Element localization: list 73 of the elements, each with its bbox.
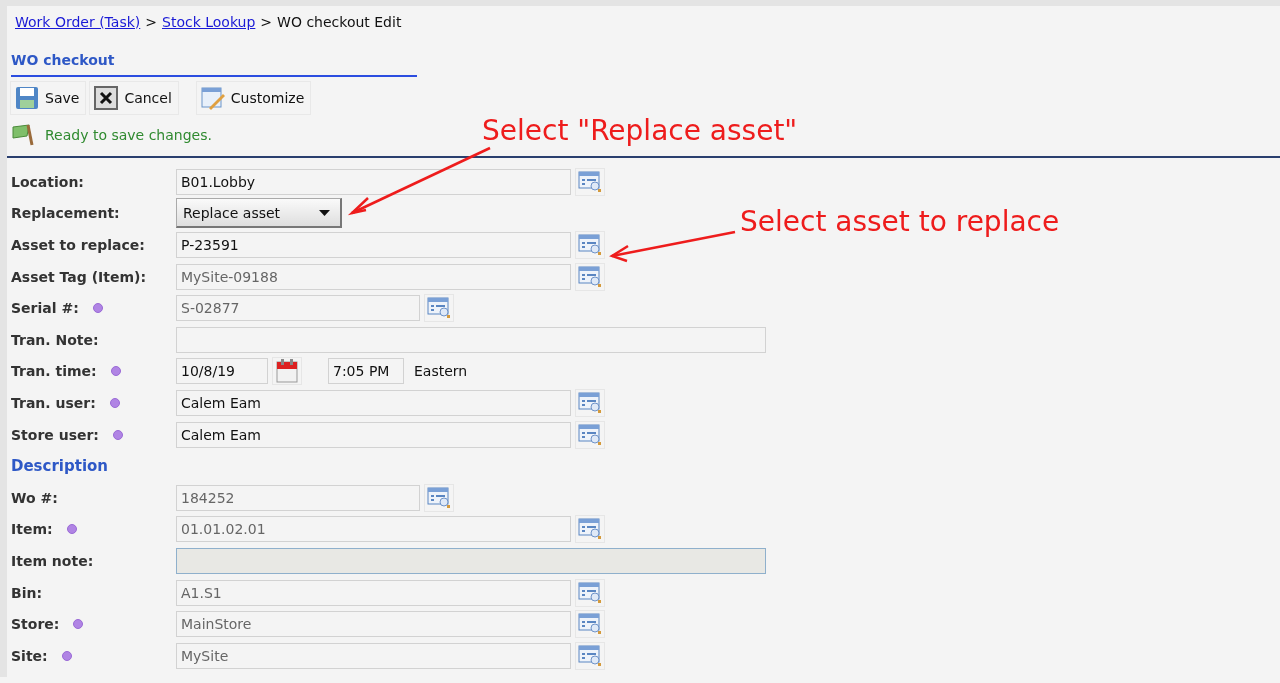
caret-icon — [319, 209, 330, 216]
input-field[interactable]: P-23591 — [176, 232, 571, 258]
field-label: Serial #: — [11, 300, 79, 317]
input-field[interactable]: 184252 — [176, 484, 420, 511]
list-search-icon — [578, 644, 602, 667]
input-field[interactable]: 01.01.02.01 — [176, 516, 571, 543]
field-label: Location: — [11, 173, 84, 190]
list-search-icon — [578, 265, 602, 288]
breadcrumb-current: WO checkout Edit — [277, 14, 402, 32]
field-label: Bin: — [11, 584, 43, 601]
status-message: Ready to save changes. — [45, 127, 212, 143]
close-icon — [94, 86, 119, 110]
breadcrumb-separator: > — [145, 14, 157, 32]
field-label: Tran. time: — [11, 363, 97, 380]
field-label: Site: — [11, 647, 48, 664]
input-field[interactable]: MainStore — [176, 611, 571, 638]
list-search-icon — [578, 581, 602, 604]
field-label: Store: — [11, 616, 60, 633]
field-label: Asset Tag (Item): — [11, 268, 147, 285]
date-field[interactable]: 10/8/19 — [176, 358, 268, 385]
input-field[interactable]: Calem Eam — [176, 389, 571, 416]
lookup-button[interactable] — [575, 167, 605, 196]
form-pencil-icon — [200, 86, 225, 110]
field-label: Replacement: — [11, 205, 120, 222]
lookup-button[interactable] — [575, 388, 605, 417]
lookup-button[interactable] — [424, 483, 454, 512]
lookup-button[interactable] — [575, 578, 605, 607]
breadcrumb-link[interactable]: Stock Lookup — [162, 14, 256, 38]
annotation-text: Select "Replace asset" — [482, 114, 798, 147]
lookup-button[interactable] — [575, 231, 605, 259]
field-label: Item: — [11, 521, 53, 538]
lookup-button[interactable] — [575, 610, 605, 639]
list-search-icon — [427, 297, 451, 320]
input-field[interactable]: MySite — [176, 642, 571, 669]
field-label: Store user: — [11, 426, 99, 443]
field-label: Wo #: — [11, 489, 58, 506]
lookup-button[interactable] — [575, 641, 605, 670]
lookup-button[interactable] — [575, 515, 605, 544]
list-search-icon — [578, 391, 602, 414]
list-search-icon — [578, 423, 602, 446]
input-field[interactable]: B01.Lobby — [176, 168, 571, 195]
replacement-dropdown[interactable]: Replace asset — [176, 198, 342, 229]
toolbar-button[interactable]: Save — [10, 81, 87, 115]
input-field[interactable]: S-02877 — [176, 295, 420, 322]
calendar-icon — [276, 359, 298, 384]
breadcrumb-separator: > — [260, 14, 273, 32]
input-field[interactable]: A1.S1 — [176, 579, 571, 606]
input-field[interactable]: MySite-09188 — [176, 263, 571, 290]
list-search-icon — [578, 518, 602, 541]
calendar-button[interactable] — [272, 357, 302, 386]
annotation-text: Select asset to replace — [740, 205, 1060, 238]
time-field[interactable]: 7:05 PM — [328, 358, 404, 385]
toolbar-button[interactable]: Customize — [195, 81, 312, 115]
list-search-icon — [578, 613, 602, 636]
lookup-button[interactable] — [575, 420, 605, 449]
field-label: Tran. Note: — [11, 331, 99, 348]
field-label: Tran. user: — [11, 394, 96, 411]
input-field[interactable] — [176, 326, 766, 353]
list-search-icon — [578, 234, 602, 256]
toolbar-button[interactable]: Cancel — [89, 81, 179, 115]
form-title: WO checkout — [11, 52, 417, 77]
section-heading: Description — [11, 457, 110, 476]
timezone-label: Eastern — [414, 363, 468, 380]
input-field[interactable]: Calem Eam — [176, 421, 571, 448]
list-search-icon — [578, 170, 602, 193]
lookup-button[interactable] — [424, 294, 454, 323]
lookup-button[interactable] — [575, 262, 605, 291]
input-field[interactable] — [176, 547, 766, 574]
field-label: Item note: — [11, 552, 94, 569]
list-search-icon — [427, 486, 451, 509]
field-label: Asset to replace: — [11, 237, 145, 253]
breadcrumb-link[interactable]: Work Order (Task) — [15, 14, 141, 38]
flag-icon — [11, 124, 35, 146]
